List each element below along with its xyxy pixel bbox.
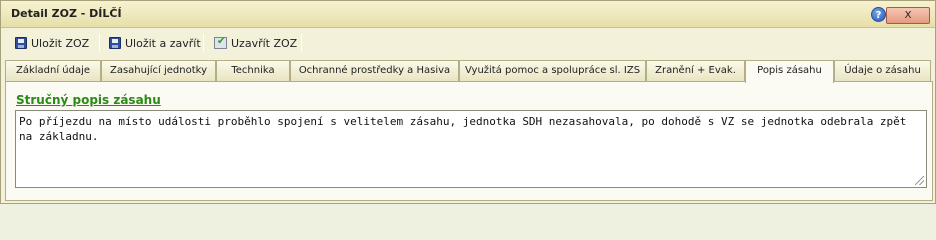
save-button-label: Uložit ZOZ	[31, 36, 90, 50]
section-title: Stručný popis zásahu	[16, 93, 161, 107]
tab-zraneni-evak[interactable]: Zranění + Evak.	[646, 60, 745, 82]
tab-panel-popis-zasahu: Stručný popis zásahu Po příjezdu na míst…	[5, 81, 933, 201]
save-button[interactable]: Uložit ZOZ	[15, 33, 89, 53]
close-button[interactable]: X	[886, 7, 930, 24]
save-and-close-button-label: Uložit a zavřít	[125, 36, 201, 50]
tab-zakladni-udaje[interactable]: Základní údaje	[5, 60, 101, 82]
floppy-disk-icon	[15, 37, 27, 49]
description-textarea[interactable]: Po příjezdu na místo události proběhlo s…	[15, 110, 927, 188]
title-bar[interactable]: Detail ZOZ - DÍLČÍ ? X	[1, 1, 935, 28]
tab-vyuzita-pomoc[interactable]: Využitá pomoc a spolupráce sl. IZS	[459, 60, 646, 82]
toolbar-separator	[99, 34, 100, 52]
tab-popis-zasahu[interactable]: Popis zásahu	[745, 60, 834, 83]
floppy-disk-icon	[109, 37, 121, 49]
window-title: Detail ZOZ - DÍLČÍ	[11, 7, 122, 20]
tab-udaje-o-zasahu[interactable]: Údaje o zásahu	[834, 60, 931, 82]
close-zoz-button[interactable]: Uzavřít ZOZ	[214, 33, 297, 53]
checkmark-window-icon	[214, 36, 227, 49]
detail-window: Detail ZOZ - DÍLČÍ ? X Uložit ZOZ Uložit…	[0, 0, 936, 204]
toolbar-separator	[203, 34, 204, 52]
close-zoz-button-label: Uzavřít ZOZ	[231, 36, 298, 50]
toolbar: Uložit ZOZ Uložit a zavřít Uzavřít ZOZ	[3, 31, 933, 55]
resize-grip-icon[interactable]	[915, 176, 924, 185]
save-and-close-button[interactable]: Uložit a zavřít	[109, 33, 201, 53]
tab-technika[interactable]: Technika	[216, 60, 290, 82]
tab-ochranne-prostredky[interactable]: Ochranné prostředky a Hasiva	[290, 60, 459, 82]
tab-zasahujici-jednotky[interactable]: Zasahující jednotky	[101, 60, 216, 82]
tab-strip: Základní údaje Zasahující jednotky Techn…	[5, 60, 933, 83]
help-icon[interactable]: ?	[871, 7, 886, 22]
toolbar-separator	[301, 34, 302, 52]
